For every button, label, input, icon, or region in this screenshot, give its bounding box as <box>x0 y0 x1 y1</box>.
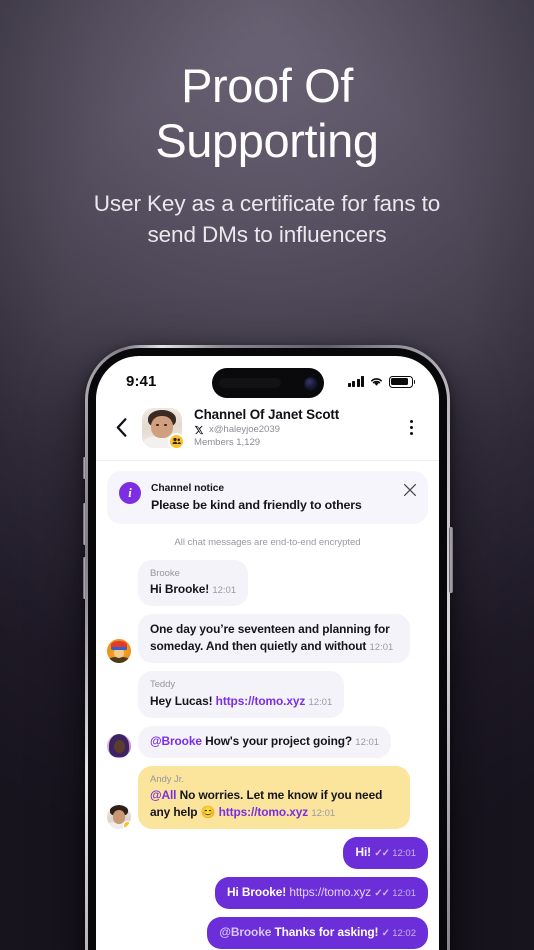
channel-meta: Channel Of Janet Scott x@haleyjoe2039 Me… <box>192 407 391 448</box>
message-time: 12:01 <box>355 736 380 748</box>
hero-section: Proof Of Supporting User Key as a certif… <box>0 0 534 251</box>
earpiece-speaker-icon <box>218 378 281 388</box>
volume-down-button[interactable] <box>82 557 86 599</box>
message-sender: Brooke <box>150 568 180 579</box>
message-row: Hi! ✓✓ 12:01 <box>107 836 428 869</box>
message-link[interactable]: https://tomo.xyz <box>219 805 309 819</box>
notice-title: Channel notice <box>151 483 225 494</box>
avatar-spacer <box>107 694 131 718</box>
notice-message: Please be kind and friendly to others <box>151 498 362 512</box>
verified-badge-icon <box>123 820 131 829</box>
front-camera-icon <box>304 377 316 389</box>
status-bar-icons <box>347 375 416 388</box>
members-count: 1,129 <box>236 437 261 448</box>
read-receipt-icon: ✓✓ <box>374 887 390 899</box>
message-row: Hi Brooke! https://tomo.xyz ✓✓ 12:01 <box>107 876 428 910</box>
message-link[interactable]: https://tomo.xyz <box>216 694 306 708</box>
encryption-note: All chat messages are end-to-end encrypt… <box>174 537 361 548</box>
message-row: @Brooke Thanks for asking! ✓ 12:02 <box>107 917 428 950</box>
message-mention[interactable]: @Brooke <box>150 734 202 748</box>
message-bubble-highlighted[interactable]: Andy Jr. @All No worries. Let me know if… <box>138 765 410 829</box>
kebab-menu-icon[interactable] <box>401 420 421 435</box>
message-sender: Teddy <box>150 679 176 691</box>
message-row: Teddy Hey Lucas! https://tomo.xyz 12:01 <box>107 671 428 718</box>
phone-mockup: 9:41 Channel Of Janet Scott x@haleyjoe20… <box>82 345 453 950</box>
channel-title: Channel Of Janet Scott <box>194 407 340 422</box>
notice-close-button[interactable] <box>403 483 417 497</box>
power-button[interactable] <box>449 527 453 593</box>
close-icon <box>403 483 417 497</box>
message-text: Hi Brooke! <box>150 582 210 597</box>
message-text: Hi Brooke! <box>227 884 287 899</box>
message-text: Thanks for asking! <box>274 925 379 940</box>
avatar-pink-art <box>107 733 131 758</box>
read-receipt-icon: ✓✓ <box>374 847 390 859</box>
message-mention[interactable]: @Brooke <box>219 925 271 939</box>
channel-handle-row: x@haleyjoe2039 <box>194 424 391 435</box>
dynamic-island <box>211 368 324 398</box>
message-bubble[interactable]: Teddy Hey Lucas! https://tomo.xyz 12:01 <box>138 671 345 718</box>
page-title-line-2: Supporting <box>155 114 379 168</box>
page-title: Proof Of Supporting <box>0 58 534 169</box>
silent-switch-button[interactable] <box>83 457 86 479</box>
message-text: How's your project going? <box>205 733 353 748</box>
status-bar-time: 9:41 <box>126 373 157 390</box>
message-mention[interactable]: @All <box>150 788 176 802</box>
message-bubble[interactable]: One day you’re seventeen and planning fo… <box>138 614 410 664</box>
sender-avatar[interactable] <box>107 804 131 829</box>
channel-members: Members 1,129 <box>194 437 391 448</box>
message-row: One day you’re seventeen and planning fo… <box>107 614 428 664</box>
volume-up-button[interactable] <box>82 503 86 545</box>
message-time: 12:01 <box>369 642 394 654</box>
members-label: Members <box>194 437 234 448</box>
info-icon: i <box>119 482 141 504</box>
back-chevron-icon <box>116 418 126 437</box>
read-receipt-icon: ✓ <box>381 928 390 940</box>
wifi-icon <box>371 378 382 386</box>
message-time: 12:01 <box>311 807 336 819</box>
sender-avatar[interactable] <box>107 639 131 664</box>
message-link[interactable]: https://tomo.xyz <box>289 885 371 899</box>
message-time: 12:02 <box>392 928 416 940</box>
group-icon <box>172 437 181 444</box>
page-title-line-1: Proof Of <box>181 59 353 112</box>
phone-screen: 9:41 Channel Of Janet Scott x@haleyjoe20… <box>96 356 439 950</box>
message-sender: Andy Jr. <box>150 773 184 785</box>
message-text: Hi! <box>355 844 372 859</box>
message-bubble[interactable]: Brooke Hi Brooke! 12:01 <box>138 560 249 607</box>
chat-header: Channel Of Janet Scott x@haleyjoe2039 Me… <box>96 401 439 461</box>
message-bubble-outgoing[interactable]: Hi Brooke! https://tomo.xyz ✓✓ 12:01 <box>215 876 428 910</box>
page-subtitle: User Key as a certificate for fans to se… <box>0 189 534 251</box>
avatar-spacer <box>107 582 131 606</box>
message-text: Hey Lucas! <box>150 693 213 708</box>
channel-avatar[interactable] <box>142 407 185 450</box>
message-time: 12:01 <box>308 696 333 708</box>
sender-avatar[interactable] <box>107 733 131 758</box>
message-bubble-outgoing[interactable]: Hi! ✓✓ 12:01 <box>343 836 428 869</box>
message-bubble-outgoing[interactable]: @Brooke Thanks for asking! ✓ 12:02 <box>207 917 428 950</box>
x-logo-icon <box>194 425 204 434</box>
message-row: Andy Jr. @All No worries. Let me know if… <box>107 765 428 829</box>
page-subtitle-line-1: User Key as a certificate for fans to <box>93 190 441 216</box>
chat-body: i Channel notice Please be kind and frie… <box>96 461 439 950</box>
message-time: 12:01 <box>392 887 416 899</box>
message-text: One day you’re seventeen and planning fo… <box>150 622 390 654</box>
battery-icon <box>389 375 416 388</box>
notice-text: Channel notice Please be kind and friend… <box>151 482 393 512</box>
page-subtitle-line-2: send DMs to influencers <box>147 221 387 247</box>
message-time: 12:01 <box>212 585 237 597</box>
message-row: @Brooke How's your project going? 12:01 <box>107 725 428 758</box>
cellular-bars-icon <box>347 376 364 387</box>
avatar-cartoon-art <box>107 639 131 664</box>
group-badge-icon <box>168 432 185 450</box>
message-row: Brooke Hi Brooke! 12:01 <box>107 560 428 607</box>
message-time: 12:01 <box>392 847 416 859</box>
message-bubble[interactable]: @Brooke How's your project going? 12:01 <box>138 725 392 758</box>
back-button[interactable] <box>110 418 132 437</box>
channel-notice-banner: i Channel notice Please be kind and frie… <box>107 471 428 524</box>
channel-handle: x@haleyjoe2039 <box>209 424 280 435</box>
